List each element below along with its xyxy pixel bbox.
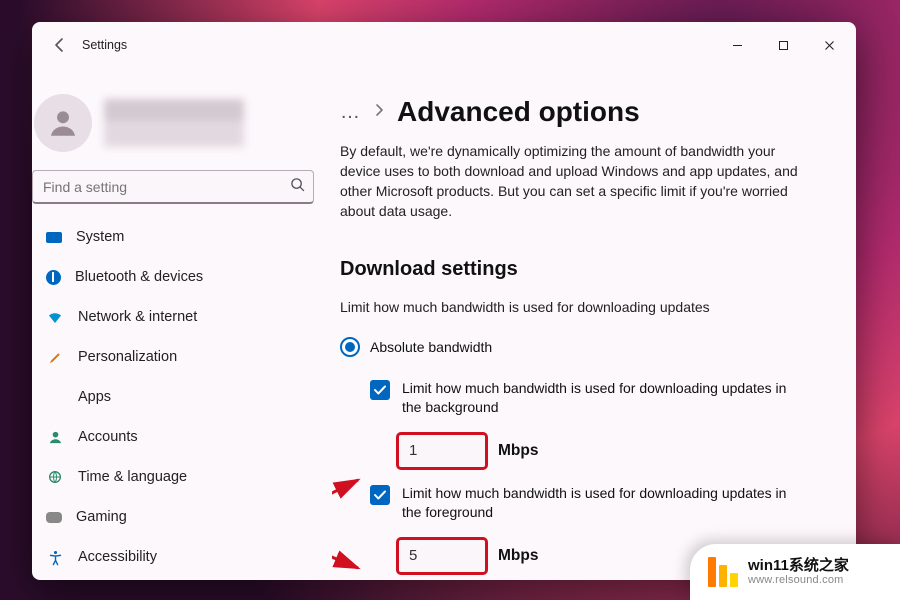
wifi-icon <box>46 308 64 326</box>
page-description: By default, we're dynamically optimizing… <box>340 142 800 222</box>
sidebar-item-gaming[interactable]: Gaming <box>32 498 322 536</box>
check-icon <box>373 383 387 397</box>
sidebar-item-label: Network & internet <box>78 309 197 325</box>
bluetooth-icon <box>46 270 61 285</box>
nav-list: System Bluetooth & devices Network & int… <box>32 218 332 576</box>
sidebar-item-accessibility[interactable]: Accessibility <box>32 538 322 576</box>
system-icon <box>46 232 62 243</box>
sidebar-item-time-language[interactable]: Time & language <box>32 458 322 496</box>
sidebar: System Bluetooth & devices Network & int… <box>32 68 332 580</box>
sidebar-item-label: Time & language <box>78 469 187 485</box>
gamepad-icon <box>46 512 62 523</box>
checkbox-label: Limit how much bandwidth is used for dow… <box>402 379 802 418</box>
watermark-badge: win11系统之家 www.relsound.com <box>690 544 900 600</box>
breadcrumb: … Advanced options <box>340 96 830 128</box>
unit-label: Mbps <box>498 442 538 460</box>
close-icon <box>824 40 835 51</box>
app-title: Settings <box>82 38 127 52</box>
input-foreground-mbps[interactable] <box>396 537 488 575</box>
watermark-title: win11系统之家 <box>748 557 849 574</box>
page-title: Advanced options <box>397 96 640 128</box>
minimize-icon <box>732 40 743 51</box>
sidebar-item-personalization[interactable]: Personalization <box>32 338 322 376</box>
minimize-button[interactable] <box>714 27 760 63</box>
watermark-logo-icon <box>708 557 738 587</box>
search-input[interactable] <box>43 179 290 195</box>
search-box[interactable] <box>32 170 314 204</box>
sidebar-item-network[interactable]: Network & internet <box>32 298 322 336</box>
input-background-mbps[interactable] <box>396 432 488 470</box>
checkbox-background-limit[interactable] <box>370 380 390 400</box>
close-button[interactable] <box>806 27 852 63</box>
window-controls <box>714 27 852 63</box>
checkbox-label: Limit how much bandwidth is used for dow… <box>402 484 802 523</box>
chevron-right-icon <box>373 103 385 121</box>
account-icon <box>46 428 64 446</box>
maximize-button[interactable] <box>760 27 806 63</box>
radio-label: Absolute bandwidth <box>370 339 492 355</box>
sidebar-item-label: Gaming <box>76 509 127 525</box>
sidebar-item-apps[interactable]: Apps <box>32 378 322 416</box>
sidebar-item-accounts[interactable]: Accounts <box>32 418 322 456</box>
accessibility-icon <box>46 548 64 566</box>
titlebar: Settings <box>32 22 856 68</box>
sidebar-item-label: Apps <box>78 389 111 405</box>
settings-window: Settings <box>32 22 856 580</box>
watermark-url: www.relsound.com <box>748 574 849 587</box>
person-icon <box>46 106 80 140</box>
sidebar-item-label: Accessibility <box>78 549 157 565</box>
user-block[interactable] <box>32 76 332 170</box>
back-button[interactable] <box>40 25 80 65</box>
section-title-download: Download settings <box>340 258 830 281</box>
sidebar-item-bluetooth[interactable]: Bluetooth & devices <box>32 258 322 296</box>
avatar <box>34 94 92 152</box>
brush-icon <box>46 348 64 366</box>
main-content: … Advanced options By default, we're dyn… <box>332 68 856 580</box>
radio-icon <box>340 337 360 357</box>
sidebar-item-label: Bluetooth & devices <box>75 269 203 285</box>
unit-label: Mbps <box>498 547 538 565</box>
user-name-redacted <box>104 99 244 147</box>
checkbox-foreground-limit[interactable] <box>370 485 390 505</box>
arrow-left-icon <box>52 37 68 53</box>
radio-absolute-bandwidth[interactable]: Absolute bandwidth <box>340 337 830 357</box>
apps-icon <box>46 388 64 406</box>
checkbox-block-background: Limit how much bandwidth is used for dow… <box>370 379 830 470</box>
sidebar-item-label: System <box>76 229 124 245</box>
download-subhead: Limit how much bandwidth is used for dow… <box>340 299 830 315</box>
sidebar-item-system[interactable]: System <box>32 218 322 256</box>
maximize-icon <box>778 40 789 51</box>
globe-icon <box>46 468 64 486</box>
sidebar-item-label: Personalization <box>78 349 177 365</box>
search-icon <box>290 177 305 197</box>
check-icon <box>373 488 387 502</box>
sidebar-item-label: Accounts <box>78 429 138 445</box>
